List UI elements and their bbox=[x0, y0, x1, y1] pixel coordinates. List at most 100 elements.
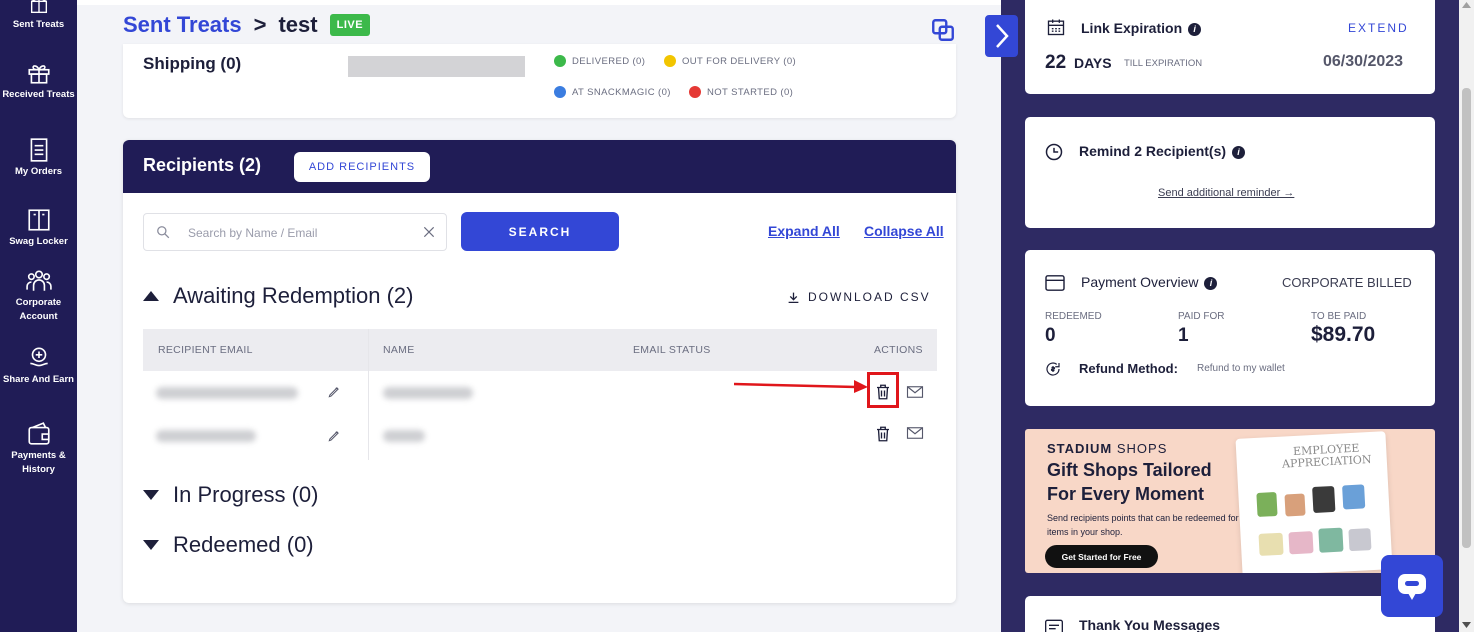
legend-label: OUT FOR DELIVERY (0) bbox=[682, 55, 797, 67]
column-header: NAME bbox=[383, 344, 415, 356]
column-header: EMAIL STATUS bbox=[633, 344, 711, 356]
link-expiration-title: Link Expiration i bbox=[1081, 20, 1202, 36]
promo-product-image: EMPLOYEE APPRECIATION bbox=[1235, 431, 1393, 573]
product-thumbnail bbox=[1258, 532, 1284, 556]
sidebar: Sent Treats Received Treats My Orders Sw… bbox=[0, 0, 77, 632]
product-thumbnail bbox=[1318, 527, 1344, 553]
expand-triangle-icon bbox=[143, 540, 159, 550]
search-button[interactable]: SEARCH bbox=[461, 212, 619, 251]
section-awaiting-redemption[interactable]: Awaiting Redemption (2) bbox=[143, 283, 414, 309]
red-dot-icon bbox=[689, 86, 701, 98]
extend-button[interactable]: EXTEND bbox=[1348, 21, 1409, 35]
sidebar-item-share-and-earn[interactable]: Share And Earn bbox=[0, 345, 77, 387]
collapse-all-link[interactable]: Collapse All bbox=[864, 223, 944, 239]
legend-label: NOT STARTED (0) bbox=[707, 86, 794, 98]
credit-card-icon bbox=[1045, 275, 1065, 291]
message-icon bbox=[1045, 619, 1063, 632]
sidebar-item-received-treats[interactable]: Received Treats bbox=[0, 60, 77, 102]
page-title: test bbox=[278, 12, 318, 37]
promo-image-title: EMPLOYEE APPRECIATION bbox=[1281, 441, 1372, 471]
scrollbar-thumb[interactable] bbox=[1462, 88, 1471, 548]
shipping-progress-bar bbox=[348, 56, 525, 77]
recipient-email-redacted bbox=[156, 430, 256, 442]
calendar-icon bbox=[1047, 19, 1065, 36]
info-icon[interactable]: i bbox=[1204, 276, 1218, 290]
sidebar-item-sent-treats[interactable]: Sent Treats bbox=[0, 0, 77, 32]
product-thumbnail bbox=[1284, 493, 1306, 517]
remind-title: Remind 2 Recipient(s) i bbox=[1079, 143, 1246, 159]
paid-for-label: PAID FOR bbox=[1178, 311, 1225, 322]
download-csv-button[interactable]: DOWNLOAD CSV bbox=[787, 290, 931, 304]
trash-icon[interactable] bbox=[874, 425, 892, 443]
section-in-progress[interactable]: In Progress (0) bbox=[143, 482, 319, 508]
panel-toggle-button[interactable] bbox=[985, 15, 1018, 57]
breadcrumb-separator: > bbox=[253, 12, 267, 37]
promo-banner[interactable]: STADIUM SHOPS Gift Shops Tailored For Ev… bbox=[1025, 429, 1435, 573]
payment-overview-card: Payment Overview i CORPORATE BILLED REDEE… bbox=[1025, 250, 1435, 406]
search-field[interactable] bbox=[143, 213, 447, 251]
receipt-icon bbox=[30, 138, 47, 162]
to-be-paid-value: $89.70 bbox=[1311, 323, 1376, 346]
till-expiration-label: TILL EXPIRATION bbox=[1124, 58, 1203, 69]
column-header: RECIPIENT EMAIL bbox=[158, 344, 253, 356]
chat-widget-button[interactable] bbox=[1381, 555, 1443, 617]
link-expiration-card: Link Expiration i EXTEND 22 DAYS TILL EXP… bbox=[1025, 0, 1435, 94]
clear-icon[interactable] bbox=[422, 225, 436, 239]
clock-icon bbox=[1045, 143, 1063, 161]
edit-pencil-icon[interactable] bbox=[327, 385, 341, 399]
get-started-button[interactable]: Get Started for Free bbox=[1045, 545, 1158, 568]
yellow-dot-icon bbox=[664, 55, 676, 67]
download-csv-label: DOWNLOAD CSV bbox=[808, 290, 931, 304]
redeemed-label: REDEEMED bbox=[1045, 311, 1102, 322]
thank-you-card: Thank You Messages bbox=[1025, 596, 1435, 632]
send-reminder-link[interactable]: Send additional reminder → bbox=[1158, 187, 1294, 199]
scroll-down-icon[interactable] bbox=[1462, 622, 1471, 628]
section-redeemed[interactable]: Redeemed (0) bbox=[143, 532, 314, 558]
sidebar-item-swag-locker[interactable]: Swag Locker bbox=[0, 207, 77, 249]
legend-at-snackmagic: AT SNACKMAGIC (0) bbox=[554, 86, 671, 98]
refund-method-value: Refund to my wallet bbox=[1197, 363, 1285, 374]
redeemed-value: 0 bbox=[1045, 325, 1056, 346]
link-expiration-title-text: Link Expiration bbox=[1081, 20, 1183, 36]
breadcrumb: Sent Treats > test LIVE bbox=[123, 12, 371, 38]
red-arrow-icon bbox=[734, 380, 868, 393]
legend-out-for-delivery: OUT FOR DELIVERY (0) bbox=[664, 55, 796, 67]
refund-method-label: Refund Method: bbox=[1079, 361, 1178, 376]
product-thumbnail bbox=[1312, 485, 1336, 514]
top-edge bbox=[77, 0, 1001, 5]
scroll-up-icon[interactable] bbox=[1462, 2, 1471, 8]
product-thumbnail bbox=[1342, 484, 1366, 510]
email-icon[interactable] bbox=[906, 383, 924, 401]
info-icon[interactable]: i bbox=[1232, 145, 1246, 159]
sidebar-item-my-orders[interactable]: My Orders bbox=[0, 137, 77, 179]
gift-box-icon bbox=[30, 0, 47, 14]
sidebar-item-payments-history[interactable]: Payments & History bbox=[0, 421, 77, 477]
main-content: Sent Treats > test LIVE Shipping (0) DEL… bbox=[77, 0, 1001, 632]
email-icon[interactable] bbox=[906, 424, 924, 442]
expand-all-link[interactable]: Expand All bbox=[768, 223, 840, 239]
copy-icon[interactable] bbox=[930, 17, 956, 43]
breadcrumb-parent-link[interactable]: Sent Treats bbox=[123, 12, 242, 38]
section-title: Awaiting Redemption (2) bbox=[173, 283, 414, 308]
legend-not-started: NOT STARTED (0) bbox=[689, 86, 793, 98]
team-icon bbox=[25, 270, 52, 291]
search-input[interactable] bbox=[188, 223, 408, 243]
add-recipients-button[interactable]: ADD RECIPIENTS bbox=[294, 152, 430, 182]
info-icon[interactable]: i bbox=[1188, 22, 1202, 36]
legend-label: AT SNACKMAGIC (0) bbox=[572, 86, 671, 98]
promo-headline-2: For Every Moment bbox=[1047, 484, 1205, 504]
edit-pencil-icon[interactable] bbox=[327, 429, 341, 443]
remind-card: Remind 2 Recipient(s) i Send additional r… bbox=[1025, 117, 1435, 228]
product-thumbnail bbox=[1256, 491, 1278, 517]
sidebar-item-label: My Orders bbox=[15, 166, 62, 177]
locker-icon bbox=[27, 209, 50, 231]
payment-title: Payment Overview i bbox=[1081, 274, 1218, 290]
share-hand-icon bbox=[29, 347, 48, 367]
sidebar-item-corporate-account[interactable]: Corporate Account bbox=[0, 268, 77, 324]
section-title: In Progress (0) bbox=[173, 482, 319, 507]
expiration-date: 06/30/2023 bbox=[1323, 53, 1404, 70]
promo-body: Send recipients points that can be redee… bbox=[1047, 513, 1239, 537]
wallet-icon bbox=[27, 422, 50, 445]
to-be-paid-label: TO BE PAID bbox=[1311, 311, 1367, 322]
chevron-right-icon bbox=[996, 24, 1009, 48]
